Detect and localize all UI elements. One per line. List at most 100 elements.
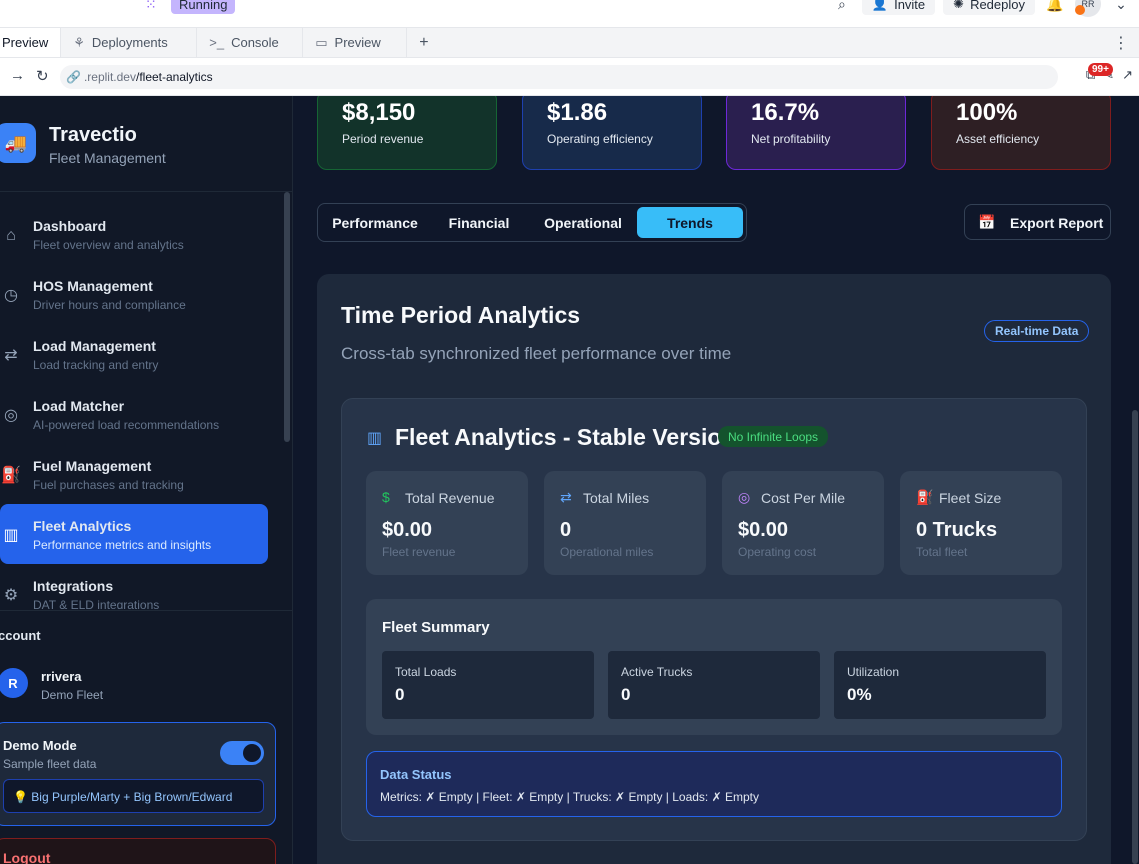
sidebar-item-title: Integrations bbox=[33, 578, 114, 594]
tab-preview[interactable]: ▭ Preview bbox=[303, 28, 408, 57]
apps-icon: ⁙ bbox=[145, 0, 157, 12]
kpi-label: Net profitability bbox=[751, 132, 831, 146]
kpi-value: $1.86 bbox=[547, 99, 608, 126]
fleet-summary: Fleet Summary Total Loads 0 Active Truck… bbox=[366, 599, 1062, 735]
realtime-badge: Real-time Data bbox=[984, 320, 1090, 342]
logout-label: Logout bbox=[3, 850, 51, 864]
kpi-card-profitability: 16.7% Net profitability bbox=[726, 96, 906, 170]
target-icon: ◎ bbox=[738, 489, 751, 505]
sidebar-item-desc: AI-powered load recommendations bbox=[33, 418, 220, 432]
tab-preview-active[interactable]: Preview bbox=[0, 28, 62, 57]
summary-value: 0% bbox=[847, 685, 872, 704]
card-title: Time Period Analytics bbox=[341, 302, 581, 328]
tab-financial[interactable]: Financial bbox=[429, 207, 529, 238]
export-report-button[interactable]: 📅 Export Report bbox=[964, 204, 1111, 240]
fuel-icon: ⛽ bbox=[916, 489, 934, 505]
sidebar-item-title: HOS Management bbox=[33, 278, 153, 294]
summary-active-trucks: Active Trucks 0 bbox=[608, 651, 820, 719]
tab-label: Preview bbox=[2, 35, 49, 50]
sidebar-scrollbar[interactable] bbox=[284, 192, 290, 442]
sidebar-item-desc: DAT & ELD integrations bbox=[33, 598, 160, 609]
sidebar-item-title: Fleet Analytics bbox=[33, 518, 132, 534]
stat-label: Total Miles bbox=[583, 490, 650, 506]
sidebar-item-hos[interactable]: ◷ HOS Management Driver hours and compli… bbox=[0, 264, 268, 324]
sidebar-item-title: Load Management bbox=[33, 338, 156, 354]
bell-icon[interactable]: 🔔 bbox=[1043, 0, 1067, 14]
tab-performance[interactable]: Performance bbox=[321, 207, 429, 238]
summary-label: Utilization bbox=[847, 665, 900, 679]
stat-label: Cost Per Mile bbox=[761, 490, 846, 506]
sidebar-item-dashboard[interactable]: ⌂ Dashboard Fleet overview and analytics bbox=[0, 204, 268, 264]
summary-label: Total Loads bbox=[395, 665, 457, 679]
running-label: Running bbox=[171, 0, 236, 14]
url-input[interactable]: 🔗 .replit.dev/fleet-analytics bbox=[60, 65, 1058, 89]
sidebar-item-integrations[interactable]: ⚙ Integrations DAT & ELD integrations bbox=[0, 564, 268, 609]
sidebar-item-title: Dashboard bbox=[33, 218, 107, 234]
tab-label: Preview bbox=[334, 35, 381, 50]
divider bbox=[0, 610, 292, 611]
dollar-icon: $ bbox=[382, 489, 390, 505]
url-bar: → ↻ 🔗 .replit.dev/fleet-analytics ⧉ ✎ ↗ bbox=[0, 58, 1139, 96]
kpi-card-efficiency: $1.86 Operating efficiency bbox=[522, 96, 702, 170]
user-initials: RR bbox=[1081, 0, 1095, 9]
user-name: rrivera bbox=[41, 669, 82, 684]
analytics-tabs: Performance Financial Operational Trends bbox=[317, 203, 747, 242]
fleet-analytics-panel: ▥ Fleet Analytics - Stable Version No In… bbox=[341, 398, 1087, 841]
kpi-card-revenue: $8,150 Period revenue bbox=[317, 96, 497, 170]
demo-mode-toggle[interactable] bbox=[220, 741, 264, 765]
invite-button[interactable]: 👤 Invite bbox=[861, 0, 936, 15]
stat-total-miles: ⇄ Total Miles 0 Operational miles bbox=[544, 471, 706, 575]
calendar-icon: 📅 bbox=[978, 214, 996, 230]
sidebar-item-load-matcher[interactable]: ◎ Load Matcher AI-powered load recommend… bbox=[0, 384, 268, 444]
stat-value: $0.00 bbox=[382, 519, 433, 541]
search-icon[interactable]: ⌕ bbox=[830, 0, 854, 14]
data-status-text: Metrics: ✗ Empty | Fleet: ✗ Empty | Truc… bbox=[380, 790, 759, 804]
url-path: /fleet-analytics bbox=[135, 70, 213, 84]
link-icon: 🔗 bbox=[66, 70, 81, 84]
redeploy-label: Redeploy bbox=[970, 0, 1025, 12]
redeploy-button[interactable]: ✺ Redeploy bbox=[943, 0, 1035, 15]
run-status[interactable]: ⁙ Running bbox=[145, 0, 236, 18]
forward-icon[interactable]: → bbox=[10, 67, 25, 84]
kpi-value: $8,150 bbox=[342, 99, 416, 126]
chevron-down-icon[interactable]: ⌄ bbox=[1109, 0, 1133, 14]
pane-tabs: Preview ⚘ Deployments >_ Console ▭ Preview … bbox=[0, 28, 1139, 58]
sidebar-item-desc: Performance metrics and insights bbox=[33, 538, 212, 552]
sidebar-item-fleet-analytics[interactable]: ▥ Fleet Analytics Performance metrics an… bbox=[0, 504, 268, 564]
more-icon[interactable]: ⋮ bbox=[1103, 28, 1139, 57]
sidebar-item-load-management[interactable]: ⇄ Load Management Load tracking and entr… bbox=[0, 324, 268, 384]
kpi-value: 16.7% bbox=[751, 99, 820, 126]
external-link-icon[interactable]: ↗ bbox=[1122, 67, 1133, 83]
user-avatar[interactable]: RR bbox=[1075, 0, 1101, 17]
stat-fleet-size: ⛽ Fleet Size 0 Trucks Total fleet bbox=[900, 471, 1062, 575]
route-icon: ⇄ bbox=[560, 489, 572, 505]
sidebar-item-title: Load Matcher bbox=[33, 398, 125, 414]
brand: 🚚 Travectio Fleet Management bbox=[0, 96, 292, 192]
tab-operational[interactable]: Operational bbox=[529, 207, 637, 238]
tab-deployments[interactable]: ⚘ Deployments bbox=[61, 28, 198, 57]
stat-desc: Operational miles bbox=[560, 545, 654, 559]
sidebar-item-desc: Driver hours and compliance bbox=[33, 298, 186, 312]
kpi-label: Operating efficiency bbox=[547, 132, 653, 146]
stat-value: 0 bbox=[560, 519, 572, 541]
invite-label: Invite bbox=[894, 0, 926, 12]
demo-mode-panel: Demo Mode Sample fleet data 💡 Big Purple… bbox=[0, 722, 276, 826]
sidebar: 🚚 Travectio Fleet Management ⌂ Dashboard… bbox=[0, 96, 293, 864]
main-scrollbar[interactable] bbox=[1132, 410, 1138, 864]
home-icon: ⌂ bbox=[6, 227, 16, 244]
reload-icon[interactable]: ↻ bbox=[36, 67, 49, 85]
sidebar-item-fuel[interactable]: ⛽ Fuel Management Fuel purchases and tra… bbox=[0, 444, 268, 504]
gear-icon: ⚙ bbox=[3, 587, 19, 604]
clock-icon: ◷ bbox=[4, 287, 18, 304]
time-period-card: Time Period Analytics Cross-tab synchron… bbox=[317, 274, 1111, 864]
tab-console[interactable]: >_ Console bbox=[197, 28, 304, 57]
tab-trends[interactable]: Trends bbox=[637, 207, 743, 238]
notification-badge: 99+ bbox=[1088, 63, 1113, 76]
main-content: $8,150 Period revenue $1.86 Operating ef… bbox=[293, 96, 1139, 864]
panel-title: Fleet Analytics - Stable Version bbox=[395, 424, 736, 450]
add-tab-button[interactable]: + bbox=[407, 28, 440, 57]
account-heading: ccount bbox=[0, 628, 41, 643]
summary-title: Fleet Summary bbox=[382, 619, 490, 636]
logout-button[interactable]: Logout bbox=[0, 838, 276, 864]
demo-mode-subtitle: Sample fleet data bbox=[3, 757, 97, 771]
